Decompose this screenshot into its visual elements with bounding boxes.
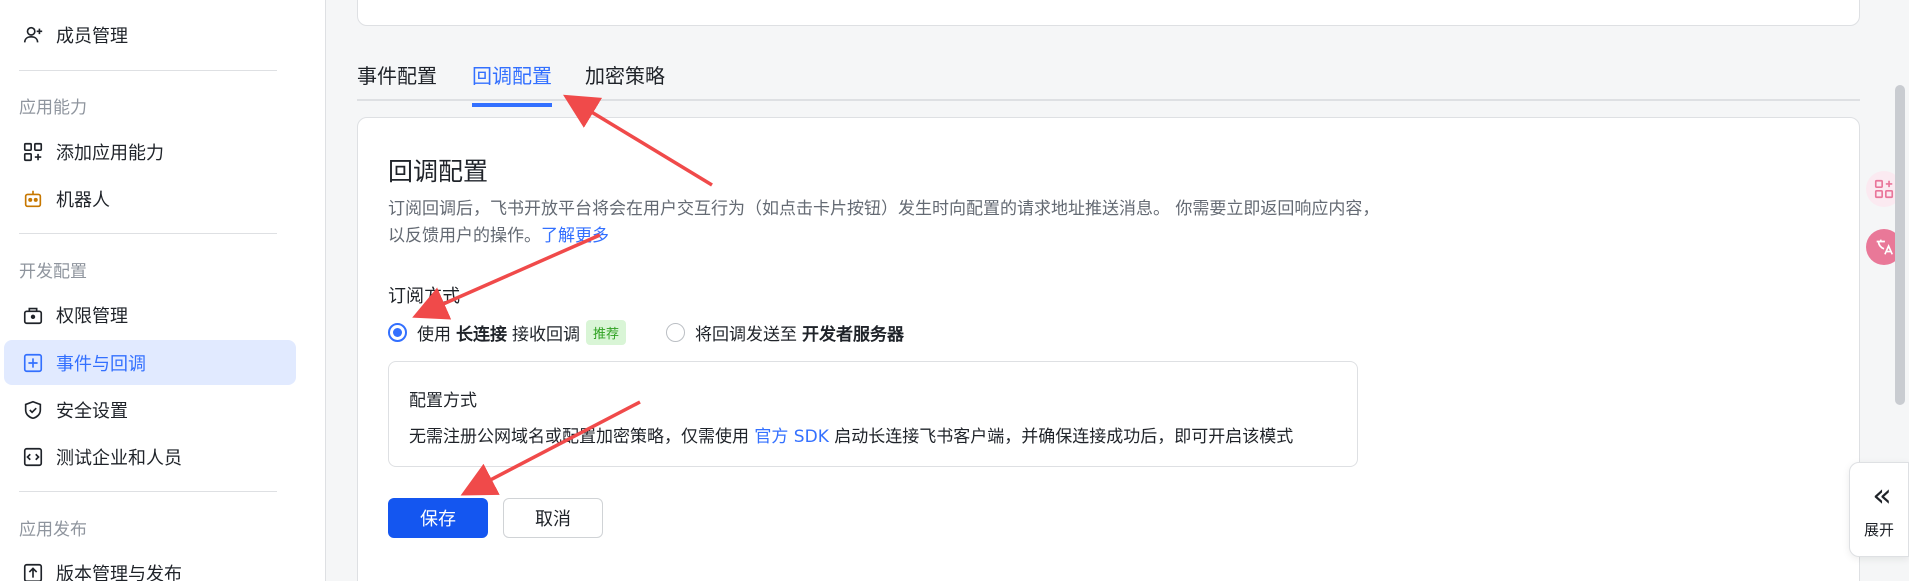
option-prefix: 使用 [417,325,451,345]
tab-encryption[interactable]: 加密策略 [585,60,665,103]
tab-callback-config[interactable]: 回调配置 [472,60,552,107]
lock-bag-icon [22,304,44,326]
card-description: 订阅回调后，飞书开放平台将会在用户交互行为（如点击卡片按钮）发生时向配置的请求地… [388,196,1388,250]
config-text-after: 启动长连接飞书客户端，并确保连接成功后，即可开启该模式 [834,427,1294,447]
sidebar-item-label: 版本管理与发布 [56,563,182,581]
option-suffix: 接收回调 [512,325,580,345]
option-prefix: 将回调发送至 [695,325,797,345]
sidebar-item-permissions[interactable]: 权限管理 [4,292,296,337]
robot-icon [22,188,44,210]
callback-config-card: 回调配置 订阅回调后，飞书开放平台将会在用户交互行为（如点击卡片按钮）发生时向配… [357,117,1860,581]
expand-label: 展开 [1863,521,1894,539]
shield-icon [22,399,44,421]
divider [19,233,277,234]
sidebar-item-label: 权限管理 [56,305,128,327]
expand-panel-button[interactable]: ‹‹ 展开 [1849,462,1909,557]
subscribe-method-label: 订阅方式 [388,286,460,307]
section-title: 开发配置 [19,262,87,282]
option-bold: 长连接 [456,325,507,345]
sdk-link[interactable]: 官方 SDK [754,427,828,447]
learn-more-link[interactable]: 了解更多 [541,226,609,246]
sidebar-item-label: 成员管理 [56,25,128,47]
top-card [357,0,1860,26]
sidebar-item-members[interactable]: 成员管理 [4,12,296,57]
option-bold: 开发者服务器 [802,325,904,345]
sidebar-item-robot[interactable]: 机器人 [4,176,296,221]
sidebar-item-label: 添加应用能力 [56,142,164,164]
config-method-text: 无需注册公网域名或配置加密策略，仅需使用 官方 SDK 启动长连接飞书客户端，并… [409,422,1293,447]
sidebar-item-test-tenant[interactable]: 测试企业和人员 [4,434,296,479]
radio-unchecked-icon[interactable] [666,323,685,342]
config-method-box: 配置方式 无需注册公网域名或配置加密策略，仅需使用 官方 SDK 启动长连接飞书… [388,361,1358,467]
upload-icon [22,562,44,581]
section-title: 应用发布 [19,520,87,540]
code-icon [22,446,44,468]
event-icon [22,352,44,374]
apps-add-icon [22,141,44,163]
sidebar-item-add-capability[interactable]: 添加应用能力 [4,129,296,174]
scrollbar[interactable] [1895,85,1905,405]
radio-developer-server[interactable]: 将回调发送至 开发者服务器 [666,320,909,345]
description-text: 订阅回调后，飞书开放平台将会在用户交互行为（如点击卡片按钮）发生时向配置的请求地… [388,199,1380,246]
card-title: 回调配置 [388,157,489,186]
recommended-badge: 推荐 [586,320,627,345]
sidebar-item-versions[interactable]: 版本管理与发布 [4,550,296,581]
save-button[interactable]: 保存 [388,498,488,538]
user-plus-icon [22,24,44,46]
sidebar-item-label: 事件与回调 [56,353,146,375]
sidebar-item-label: 机器人 [56,189,110,211]
cancel-button[interactable]: 取消 [503,498,603,538]
tab-event-config[interactable]: 事件配置 [357,60,437,103]
sidebar-item-label: 测试企业和人员 [56,447,182,469]
sidebar-item-security[interactable]: 安全设置 [4,387,296,432]
divider [19,70,277,71]
double-chevron-left-icon: ‹‹ [1872,476,1891,514]
config-text-before: 无需注册公网域名或配置加密策略，仅需使用 [409,427,749,447]
tab-bar: 事件配置 回调配置 加密策略 [357,50,1860,107]
divider [19,491,277,492]
sidebar: 成员管理 应用能力 添加应用能力 机器人 开发配置 权限管理 事件与回调 安全设… [0,0,326,581]
radio-checked-icon[interactable] [388,323,407,342]
radio-long-connection[interactable]: 使用 长连接 接收回调 推荐 [388,320,627,345]
sidebar-item-events-callbacks[interactable]: 事件与回调 [4,340,296,385]
config-method-title: 配置方式 [409,391,477,411]
sidebar-item-label: 安全设置 [56,400,128,422]
section-title: 应用能力 [19,98,87,118]
